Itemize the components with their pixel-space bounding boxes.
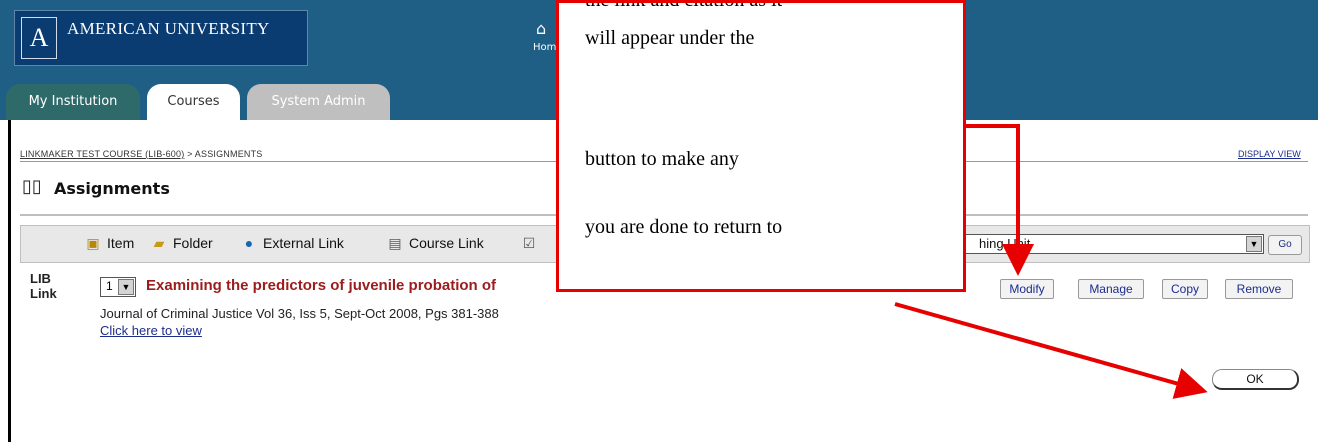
add-external-link-label: External Link [263,235,344,251]
arrow-to-ok [894,302,1208,399]
breadcrumb-course-link[interactable]: LINKMAKER TEST COURSE (LIB-600) [20,149,184,159]
item-title: Examining the predictors of juvenile pro… [146,277,497,294]
home-icon[interactable]: ⌂ [536,20,554,38]
copy-button[interactable]: Copy [1162,279,1208,299]
university-name: AMERICAN UNIVERSITY [67,19,270,38]
modify-button[interactable]: Modify [1000,279,1054,299]
add-course-link-label: Course Link [409,235,484,251]
tab-my-institution[interactable]: My Institution [6,84,140,120]
display-view-link[interactable]: DISPLAY VIEW [1238,149,1301,159]
lib-link-icon-bottom: Link [30,286,57,301]
add-content-select[interactable]: hing Unit ▼ [956,234,1264,254]
lib-link-icon: LIB Link [30,271,64,309]
manage-button[interactable]: Manage [1078,279,1144,299]
chevron-down-icon[interactable]: ▼ [118,279,134,295]
instruction-callout: the link and citation as it will appear … [556,0,966,292]
remove-button[interactable]: Remove [1225,279,1293,299]
go-button[interactable]: Go [1268,235,1302,255]
item-icon: ▣ [86,235,100,251]
callout-line-4: you are done to return to [585,216,783,238]
tab-courses[interactable]: Courses [147,84,240,120]
book-icon: ▯▯ [22,176,42,197]
add-content-select-value: hing Unit [979,236,1031,251]
view-link[interactable]: Click here to view [100,323,202,338]
home-link-label[interactable]: Hom [533,42,556,53]
folder-icon: ▰ [153,235,165,251]
ok-button[interactable]: OK [1212,369,1299,390]
callout-line-2: will appear under the [585,27,755,49]
frame-divider [0,120,11,442]
breadcrumb: LINKMAKER TEST COURSE (LIB-600) > ASSIGN… [20,149,263,159]
page-title: Assignments [54,179,170,198]
course-link-icon: ▤ [388,235,402,251]
add-folder-button[interactable]: ▰ Folder [149,235,213,252]
chevron-down-icon[interactable]: ▼ [1246,236,1262,252]
tab-system-admin[interactable]: System Admin [247,84,390,120]
add-test-button[interactable]: ☑ [519,235,543,252]
university-logo[interactable]: A AMERICAN UNIVERSITY [14,10,308,66]
lib-link-icon-top: LIB [30,271,51,286]
au-seal-icon: A [21,17,57,59]
add-course-link-button[interactable]: ▤ Course Link [385,235,484,252]
breadcrumb-separator: > [184,149,195,159]
add-item-button[interactable]: ▣ Item [83,235,134,252]
add-item-label: Item [107,235,135,251]
item-order-select[interactable]: 1 ▼ [100,277,136,297]
add-external-link-button[interactable]: ● External Link [239,235,344,251]
test-icon: ☑ [522,235,536,251]
item-citation: Journal of Criminal Justice Vol 36, Iss … [100,306,499,321]
add-folder-label: Folder [173,235,213,251]
globe-icon: ● [244,235,254,251]
breadcrumb-current: ASSIGNMENTS [194,149,263,159]
callout-line-1: the link and citation as it [585,0,783,11]
item-order-value: 1 [106,279,113,293]
callout-line-3: button to make any [585,148,739,170]
